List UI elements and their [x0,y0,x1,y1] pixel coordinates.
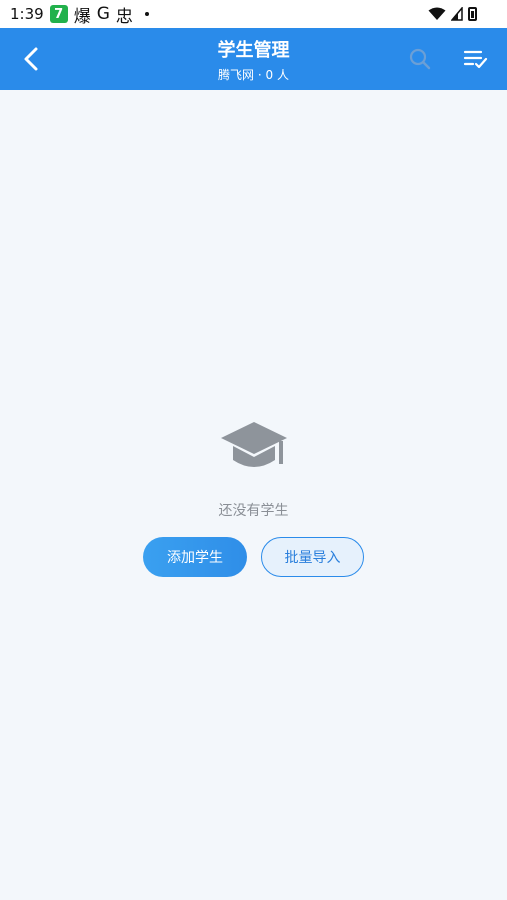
notification-icon-2: G [96,4,110,24]
action-buttons: 添加学生 批量导入 [143,537,364,577]
search-button[interactable] [405,44,435,74]
notification-icon-3: 忠 [115,6,133,27]
empty-state: 还没有学生 [0,418,507,520]
batch-select-button[interactable] [460,44,490,74]
notification-icon-1: 爆 [73,6,91,27]
more-notifications-dot [144,12,149,16]
app-badge-icon: 7 [49,5,68,23]
battery-icon [468,7,477,21]
search-icon [409,48,431,70]
signal-icon [451,7,463,21]
status-time: 1:39 [10,5,44,23]
wifi-icon [428,7,446,20]
graduation-cap-icon [220,422,287,467]
empty-message: 还没有学生 [218,503,289,519]
status-left: 1:39 7 爆 G 忠 [10,2,149,27]
bulk-import-button[interactable]: 批量导入 [261,537,364,577]
app-bar: 学生管理 腾飞网 · 0 人 [0,28,507,90]
status-bar: 1:39 7 爆 G 忠 [0,0,507,28]
checklist-icon [463,50,488,69]
status-right [428,7,477,21]
add-student-button[interactable]: 添加学生 [143,537,247,577]
